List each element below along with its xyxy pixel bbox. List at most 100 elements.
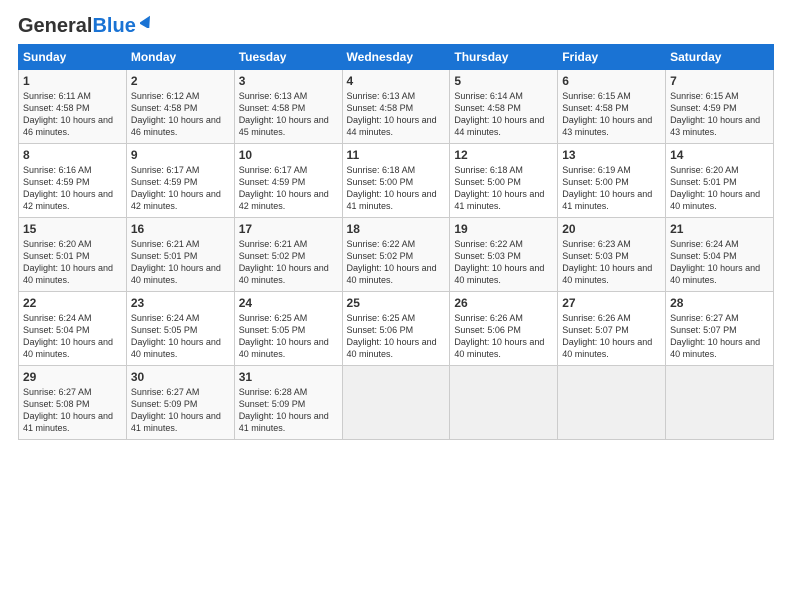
- calendar-cell: 12 Sunrise: 6:18 AMSunset: 5:00 PMDayligh…: [450, 144, 558, 218]
- cell-info: Sunrise: 6:18 AMSunset: 5:00 PMDaylight:…: [347, 165, 437, 211]
- day-number: 17: [239, 222, 338, 236]
- cell-info: Sunrise: 6:24 AMSunset: 5:04 PMDaylight:…: [23, 313, 113, 359]
- calendar-cell: 10 Sunrise: 6:17 AMSunset: 4:59 PMDayligh…: [234, 144, 342, 218]
- day-number: 1: [23, 74, 122, 88]
- page: GeneralBlue SundayMondayTuesdayWednesday…: [0, 0, 792, 450]
- cell-info: Sunrise: 6:18 AMSunset: 5:00 PMDaylight:…: [454, 165, 544, 211]
- calendar-cell: 31 Sunrise: 6:28 AMSunset: 5:09 PMDayligh…: [234, 366, 342, 440]
- calendar-week-2: 8 Sunrise: 6:16 AMSunset: 4:59 PMDaylight…: [19, 144, 774, 218]
- cell-info: Sunrise: 6:27 AMSunset: 5:09 PMDaylight:…: [131, 387, 221, 433]
- calendar-cell: 22 Sunrise: 6:24 AMSunset: 5:04 PMDayligh…: [19, 292, 127, 366]
- day-number: 31: [239, 370, 338, 384]
- day-number: 16: [131, 222, 230, 236]
- calendar-cell: 21 Sunrise: 6:24 AMSunset: 5:04 PMDayligh…: [666, 218, 774, 292]
- day-number: 19: [454, 222, 553, 236]
- calendar-cell: 1 Sunrise: 6:11 AMSunset: 4:58 PMDaylight…: [19, 70, 127, 144]
- cell-info: Sunrise: 6:22 AMSunset: 5:03 PMDaylight:…: [454, 239, 544, 285]
- day-header-monday: Monday: [126, 45, 234, 70]
- logo: GeneralBlue: [18, 16, 154, 36]
- cell-info: Sunrise: 6:22 AMSunset: 5:02 PMDaylight:…: [347, 239, 437, 285]
- cell-info: Sunrise: 6:25 AMSunset: 5:05 PMDaylight:…: [239, 313, 329, 359]
- day-number: 6: [562, 74, 661, 88]
- cell-info: Sunrise: 6:17 AMSunset: 4:59 PMDaylight:…: [131, 165, 221, 211]
- day-number: 27: [562, 296, 661, 310]
- calendar-cell: 11 Sunrise: 6:18 AMSunset: 5:00 PMDayligh…: [342, 144, 450, 218]
- cell-info: Sunrise: 6:24 AMSunset: 5:04 PMDaylight:…: [670, 239, 760, 285]
- calendar-week-4: 22 Sunrise: 6:24 AMSunset: 5:04 PMDayligh…: [19, 292, 774, 366]
- calendar-cell: 16 Sunrise: 6:21 AMSunset: 5:01 PMDayligh…: [126, 218, 234, 292]
- day-number: 13: [562, 148, 661, 162]
- day-number: 20: [562, 222, 661, 236]
- calendar-cell: 27 Sunrise: 6:26 AMSunset: 5:07 PMDayligh…: [558, 292, 666, 366]
- calendar-cell: 25 Sunrise: 6:25 AMSunset: 5:06 PMDayligh…: [342, 292, 450, 366]
- day-header-sunday: Sunday: [19, 45, 127, 70]
- day-number: 21: [670, 222, 769, 236]
- day-number: 26: [454, 296, 553, 310]
- calendar-cell: 17Sunrise: 6:21 AMSunset: 5:02 PMDayligh…: [234, 218, 342, 292]
- day-header-tuesday: Tuesday: [234, 45, 342, 70]
- day-number: 15: [23, 222, 122, 236]
- logo-arrow-icon: [140, 14, 154, 33]
- day-header-thursday: Thursday: [450, 45, 558, 70]
- cell-info: Sunrise: 6:26 AMSunset: 5:07 PMDaylight:…: [562, 313, 652, 359]
- calendar-cell: 29 Sunrise: 6:27 AMSunset: 5:08 PMDayligh…: [19, 366, 127, 440]
- calendar-table: SundayMondayTuesdayWednesdayThursdayFrid…: [18, 44, 774, 440]
- cell-info: Sunrise: 6:19 AMSunset: 5:00 PMDaylight:…: [562, 165, 652, 211]
- calendar-cell: 15Sunrise: 6:20 AMSunset: 5:01 PMDayligh…: [19, 218, 127, 292]
- calendar-cell: 3 Sunrise: 6:13 AMSunset: 4:58 PMDaylight…: [234, 70, 342, 144]
- cell-info: Sunrise: 6:11 AMSunset: 4:58 PMDaylight:…: [23, 91, 113, 137]
- day-number: 30: [131, 370, 230, 384]
- calendar-cell: [342, 366, 450, 440]
- cell-info: Sunrise: 6:13 AMSunset: 4:58 PMDaylight:…: [239, 91, 329, 137]
- calendar-cell: 28Sunrise: 6:27 AMSunset: 5:07 PMDayligh…: [666, 292, 774, 366]
- calendar-cell: 23Sunrise: 6:24 AMSunset: 5:05 PMDayligh…: [126, 292, 234, 366]
- calendar-cell: 5 Sunrise: 6:14 AMSunset: 4:58 PMDaylight…: [450, 70, 558, 144]
- cell-info: Sunrise: 6:26 AMSunset: 5:06 PMDaylight:…: [454, 313, 544, 359]
- calendar-cell: 8 Sunrise: 6:16 AMSunset: 4:59 PMDaylight…: [19, 144, 127, 218]
- calendar-cell: [558, 366, 666, 440]
- calendar-cell: 7Sunrise: 6:15 AMSunset: 4:59 PMDaylight…: [666, 70, 774, 144]
- calendar-cell: 9Sunrise: 6:17 AMSunset: 4:59 PMDaylight…: [126, 144, 234, 218]
- day-number: 10: [239, 148, 338, 162]
- day-number: 11: [347, 148, 446, 162]
- day-number: 8: [23, 148, 122, 162]
- logo-text: GeneralBlue: [18, 16, 136, 36]
- calendar-cell: 4 Sunrise: 6:13 AMSunset: 4:58 PMDaylight…: [342, 70, 450, 144]
- cell-info: Sunrise: 6:28 AMSunset: 5:09 PMDaylight:…: [239, 387, 329, 433]
- cell-info: Sunrise: 6:25 AMSunset: 5:06 PMDaylight:…: [347, 313, 437, 359]
- cell-info: Sunrise: 6:12 AMSunset: 4:58 PMDaylight:…: [131, 91, 221, 137]
- day-number: 2: [131, 74, 230, 88]
- cell-info: Sunrise: 6:16 AMSunset: 4:59 PMDaylight:…: [23, 165, 113, 211]
- day-number: 12: [454, 148, 553, 162]
- calendar-cell: 19 Sunrise: 6:22 AMSunset: 5:03 PMDayligh…: [450, 218, 558, 292]
- calendar-week-1: 1 Sunrise: 6:11 AMSunset: 4:58 PMDaylight…: [19, 70, 774, 144]
- cell-info: Sunrise: 6:24 AMSunset: 5:05 PMDaylight:…: [131, 313, 221, 359]
- cell-info: Sunrise: 6:17 AMSunset: 4:59 PMDaylight:…: [239, 165, 329, 211]
- calendar-cell: 26 Sunrise: 6:26 AMSunset: 5:06 PMDayligh…: [450, 292, 558, 366]
- cell-info: Sunrise: 6:14 AMSunset: 4:58 PMDaylight:…: [454, 91, 544, 137]
- header: GeneralBlue: [18, 16, 774, 36]
- day-number: 4: [347, 74, 446, 88]
- day-number: 5: [454, 74, 553, 88]
- calendar-cell: 14Sunrise: 6:20 AMSunset: 5:01 PMDayligh…: [666, 144, 774, 218]
- calendar-cell: 30 Sunrise: 6:27 AMSunset: 5:09 PMDayligh…: [126, 366, 234, 440]
- day-number: 24: [239, 296, 338, 310]
- day-number: 25: [347, 296, 446, 310]
- calendar-cell: 2 Sunrise: 6:12 AMSunset: 4:58 PMDaylight…: [126, 70, 234, 144]
- calendar-cell: 6 Sunrise: 6:15 AMSunset: 4:58 PMDaylight…: [558, 70, 666, 144]
- cell-info: Sunrise: 6:23 AMSunset: 5:03 PMDaylight:…: [562, 239, 652, 285]
- day-number: 22: [23, 296, 122, 310]
- cell-info: Sunrise: 6:20 AMSunset: 5:01 PMDaylight:…: [670, 165, 760, 211]
- calendar-cell: [450, 366, 558, 440]
- cell-info: Sunrise: 6:13 AMSunset: 4:58 PMDaylight:…: [347, 91, 437, 137]
- calendar-cell: [666, 366, 774, 440]
- calendar-cell: 20 Sunrise: 6:23 AMSunset: 5:03 PMDayligh…: [558, 218, 666, 292]
- day-number: 3: [239, 74, 338, 88]
- calendar-cell: 13 Sunrise: 6:19 AMSunset: 5:00 PMDayligh…: [558, 144, 666, 218]
- day-number: 29: [23, 370, 122, 384]
- cell-info: Sunrise: 6:21 AMSunset: 5:01 PMDaylight:…: [131, 239, 221, 285]
- cell-info: Sunrise: 6:27 AMSunset: 5:08 PMDaylight:…: [23, 387, 113, 433]
- day-number: 7: [670, 74, 769, 88]
- calendar-week-5: 29 Sunrise: 6:27 AMSunset: 5:08 PMDayligh…: [19, 366, 774, 440]
- cell-info: Sunrise: 6:15 AMSunset: 4:58 PMDaylight:…: [562, 91, 652, 137]
